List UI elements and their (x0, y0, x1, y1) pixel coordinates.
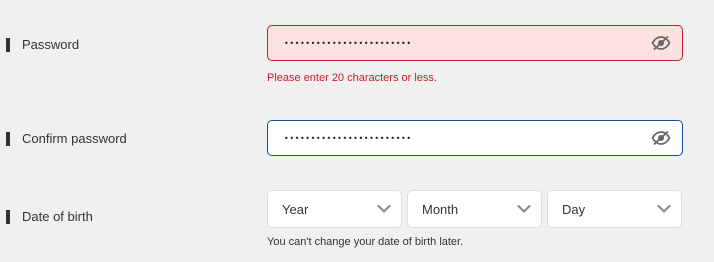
chevron-down-icon (517, 204, 531, 213)
label-marker (6, 37, 10, 52)
eye-slash-icon[interactable] (651, 35, 671, 51)
date-of-birth-label: Date of birth (22, 209, 93, 224)
label-marker (6, 131, 10, 146)
password-input[interactable]: •••••••••••••••••••••••• (267, 25, 683, 61)
confirm-password-label-wrap: Confirm password (6, 131, 127, 146)
password-label: Password (22, 37, 80, 52)
label-marker (6, 209, 10, 224)
password-label-wrap: Password (6, 37, 79, 52)
chevron-down-icon (377, 204, 391, 213)
password-error-message: Please enter 20 characters or less. (267, 72, 437, 84)
day-select-label: Day (562, 201, 586, 217)
confirm-password-value: •••••••••••••••••••••••• (284, 133, 412, 143)
password-value: •••••••••••••••••••••••• (284, 38, 412, 48)
day-select[interactable]: Day (547, 190, 682, 228)
month-select-label: Month (422, 201, 459, 217)
confirm-password-input[interactable]: •••••••••••••••••••••••• (267, 120, 683, 156)
chevron-down-icon (657, 204, 671, 213)
year-select[interactable]: Year (267, 190, 402, 228)
date-of-birth-hint: You can't change your date of birth late… (267, 236, 464, 248)
eye-slash-icon[interactable] (651, 130, 671, 146)
date-of-birth-label-wrap: Date of birth (6, 209, 93, 224)
month-select[interactable]: Month (407, 190, 542, 228)
year-select-label: Year (282, 201, 309, 217)
confirm-password-label: Confirm password (22, 131, 127, 146)
